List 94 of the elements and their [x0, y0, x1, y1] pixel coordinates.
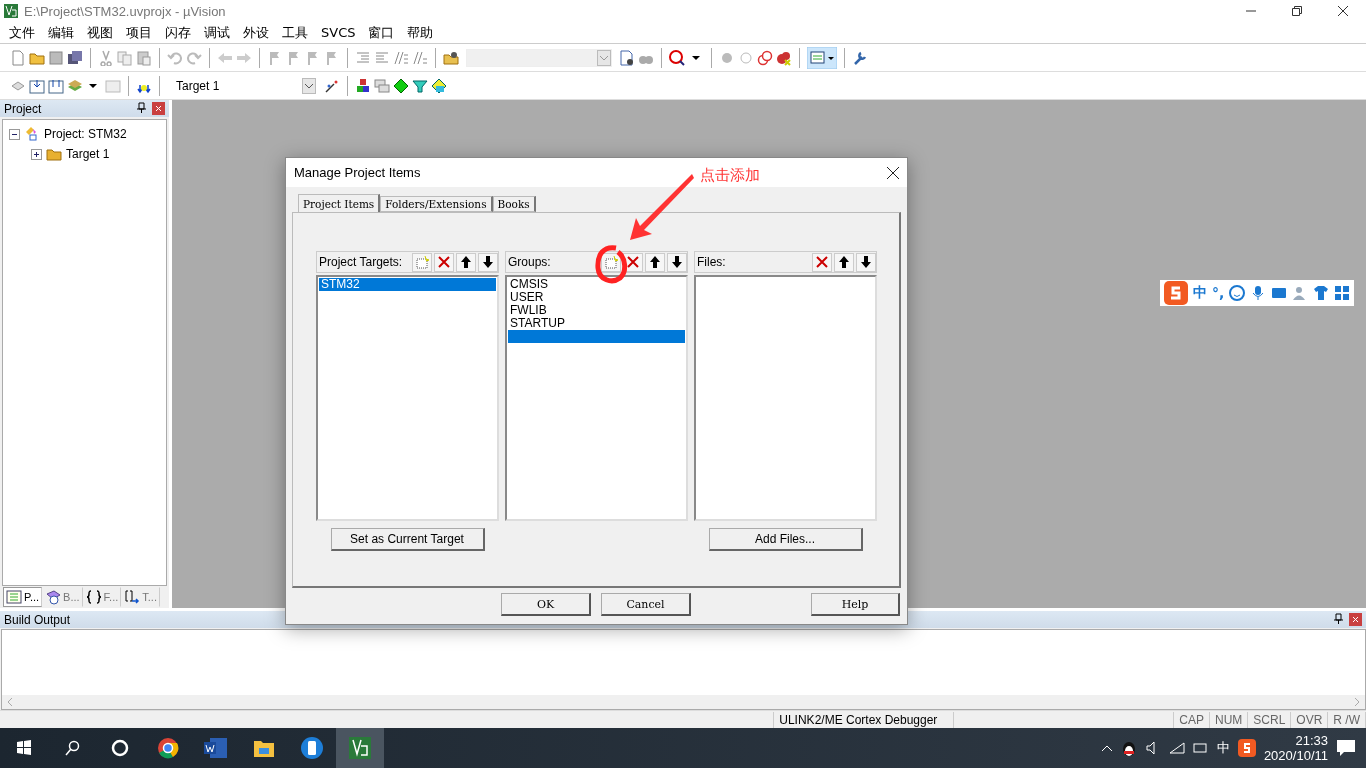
- clock-time: 21:33: [1295, 733, 1328, 748]
- folder-icon: [46, 146, 62, 162]
- list-icon: [6, 589, 22, 605]
- chrome-icon[interactable]: [157, 737, 179, 759]
- list-item[interactable]: STM32: [319, 278, 496, 291]
- close-icon[interactable]: [887, 166, 899, 179]
- blocks-icon[interactable]: [355, 77, 371, 94]
- new-entry-field[interactable]: [508, 330, 685, 343]
- list-item[interactable]: FWLIB: [508, 304, 685, 317]
- debug-search-icon[interactable]: [669, 49, 685, 66]
- status-indicator: NUM: [1209, 711, 1249, 728]
- comment-icon[interactable]: [393, 49, 409, 66]
- chevron-up-icon[interactable]: [1100, 744, 1113, 752]
- circle-icon[interactable]: [111, 739, 129, 757]
- list-item[interactable]: USER: [508, 291, 685, 304]
- folder-search-icon[interactable]: [443, 49, 459, 66]
- folder-icon[interactable]: [253, 738, 275, 758]
- menu-item[interactable]: SVCS: [316, 25, 364, 40]
- search-icon[interactable]: [64, 740, 80, 756]
- tree-item[interactable]: Target 1: [66, 147, 110, 161]
- funnel-icon[interactable]: [412, 77, 428, 94]
- wrench-icon[interactable]: [852, 49, 868, 66]
- diamond-icon[interactable]: [393, 77, 409, 94]
- tree-item[interactable]: Project: STM32: [44, 127, 127, 141]
- pin-icon[interactable]: [137, 102, 146, 113]
- menu-item[interactable]: 窗口: [363, 23, 403, 42]
- menu-item[interactable]: 外设: [238, 23, 277, 42]
- dialog-button[interactable]: Cancel: [601, 593, 691, 616]
- status-text: ULINK2/ME Cortex Debugger: [774, 711, 955, 728]
- circles-remove-icon[interactable]: [776, 49, 792, 66]
- menu-item[interactable]: 文件: [4, 23, 43, 42]
- menu-item[interactable]: 视图: [82, 23, 121, 42]
- list-label: Project Targets:: [319, 255, 404, 269]
- app-logo-icon[interactable]: [349, 737, 371, 759]
- battery-icon[interactable]: [1192, 740, 1209, 756]
- menu-item[interactable]: 项目: [121, 23, 160, 42]
- status-indicator: R /W: [1328, 711, 1366, 728]
- ime-mode[interactable]: 中: [1193, 284, 1207, 302]
- dialog-button[interactable]: OK: [501, 593, 591, 616]
- braces-icon: [85, 589, 102, 605]
- pin-icon[interactable]: [1334, 613, 1343, 624]
- list-item[interactable]: STARTUP: [508, 317, 685, 330]
- keyboard-icon[interactable]: [1271, 285, 1288, 301]
- restore-icon[interactable]: [1292, 6, 1302, 16]
- list-action-button[interactable]: Set as Current Target: [330, 528, 485, 551]
- status-indicator: SCRL: [1248, 711, 1292, 728]
- panel-tab[interactable]: P...: [3, 587, 43, 607]
- menu-item[interactable]: 调试: [199, 23, 238, 42]
- windows-logo-icon[interactable]: [16, 740, 32, 756]
- menu-item[interactable]: 编辑: [43, 23, 82, 42]
- list-label: Groups:: [508, 255, 552, 269]
- ime-punctuation[interactable]: °,: [1212, 285, 1225, 301]
- list-action-button[interactable]: Add Files...: [708, 528, 863, 551]
- phone-icon[interactable]: [301, 737, 323, 759]
- project-icon: [24, 126, 40, 142]
- list-item[interactable]: CMSIS: [508, 278, 685, 291]
- collapse-icon[interactable]: [9, 128, 20, 140]
- list-label: Files:: [697, 255, 727, 269]
- panel-title: Build Output: [4, 612, 71, 627]
- ime-logo-icon[interactable]: [1237, 739, 1256, 757]
- panel-title: Project: [4, 101, 42, 116]
- uncomment-icon[interactable]: [412, 49, 428, 66]
- template-icon: [124, 589, 141, 605]
- shirt-icon[interactable]: [1313, 285, 1330, 301]
- annotation-text: 点击添加: [700, 166, 760, 185]
- penguin-icon[interactable]: [1120, 739, 1137, 757]
- close-icon[interactable]: [1338, 6, 1348, 16]
- notification-icon[interactable]: [1336, 739, 1356, 757]
- status-indicator: OVR: [1291, 711, 1329, 728]
- dialog-tab[interactable]: Books: [492, 196, 536, 212]
- save-all-icon[interactable]: [67, 49, 83, 66]
- menu-item[interactable]: 帮助: [402, 23, 442, 42]
- dialog-title: Manage Project Items: [294, 165, 421, 180]
- menu-item[interactable]: 闪存: [160, 23, 199, 42]
- expand-icon[interactable]: [31, 148, 42, 160]
- menu-item[interactable]: 工具: [277, 23, 316, 42]
- document-search-icon[interactable]: [619, 49, 635, 66]
- app-logo-icon: [4, 4, 18, 18]
- diamond-grid-icon[interactable]: [431, 77, 447, 94]
- window-title: E:\Project\STM32.uvprojx - µVision: [24, 3, 227, 19]
- smiley-icon[interactable]: [1229, 285, 1246, 301]
- ime-indicator[interactable]: 中: [1216, 739, 1230, 757]
- dialog-tab[interactable]: Project Items: [298, 194, 381, 213]
- grid-icon[interactable]: [1334, 285, 1351, 301]
- word-icon[interactable]: [204, 737, 228, 759]
- linked-circles-icon[interactable]: [757, 49, 773, 66]
- clock-date: 2020/10/11: [1263, 748, 1328, 763]
- panel-tab[interactable]: F...: [82, 587, 122, 607]
- window-layout-icon[interactable]: [807, 46, 837, 69]
- dialog-button[interactable]: Help: [811, 593, 900, 616]
- panel-tab[interactable]: T...: [121, 587, 160, 607]
- status-indicator: CAP: [1174, 711, 1210, 728]
- dialog-tab[interactable]: Folders/Extensions: [380, 196, 493, 212]
- panel-tab[interactable]: B...: [42, 587, 83, 607]
